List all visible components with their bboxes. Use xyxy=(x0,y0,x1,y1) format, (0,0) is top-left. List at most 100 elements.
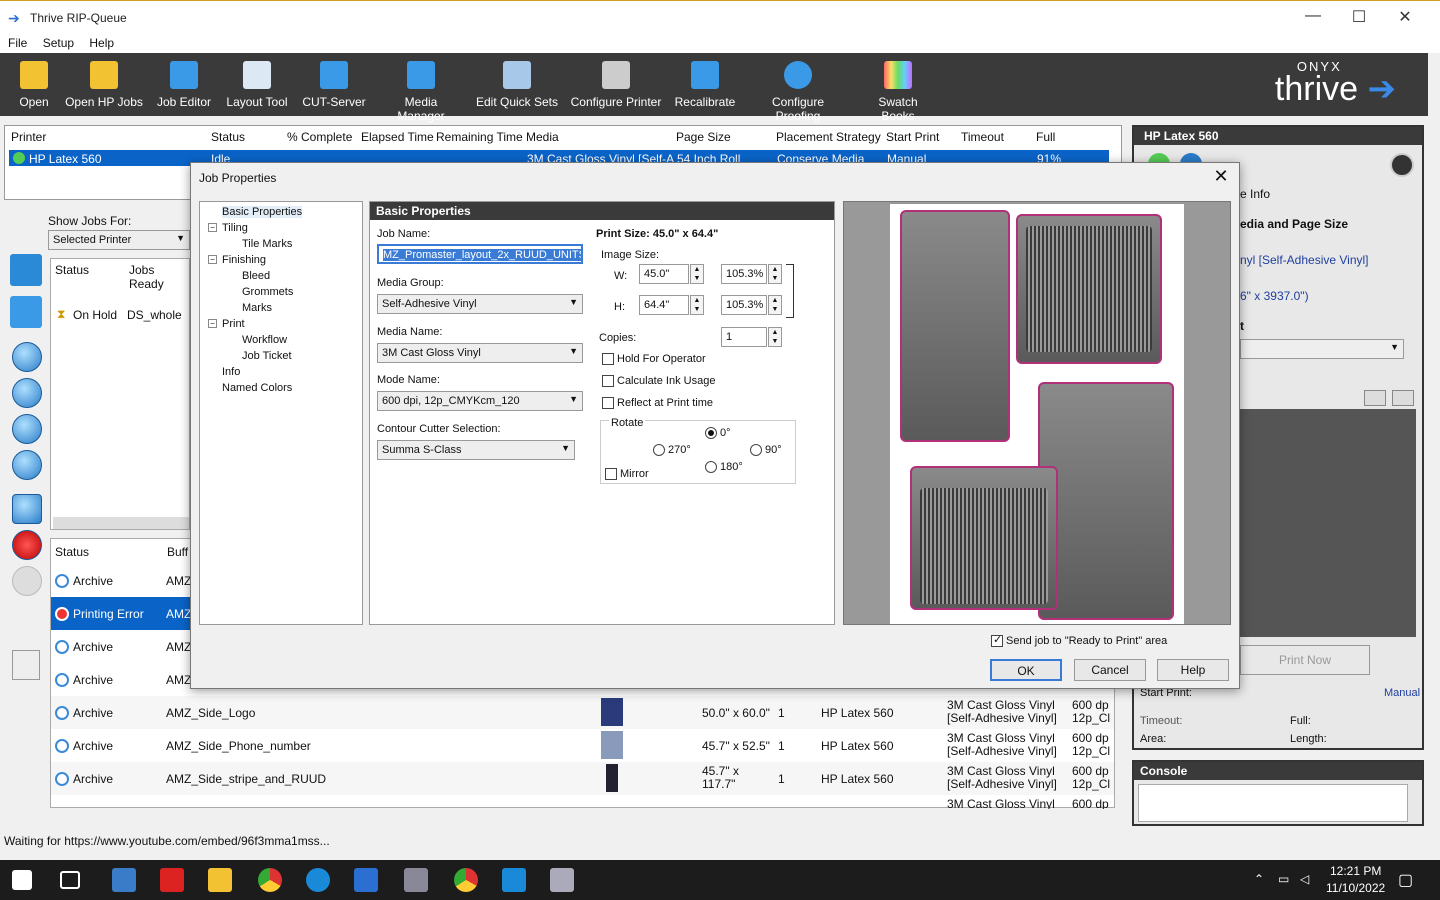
width-input[interactable]: 45.0" xyxy=(639,264,689,284)
rotate-180-radio[interactable] xyxy=(705,461,717,473)
check-job-icon[interactable] xyxy=(10,254,42,286)
job-editor-taskbar-icon[interactable] xyxy=(502,868,526,892)
header-elapsed[interactable]: Elapsed Time xyxy=(361,130,434,144)
show-jobs-for-select[interactable]: Selected Printer ▼ xyxy=(48,230,190,250)
edit-quick-sets-button[interactable]: Edit Quick Sets xyxy=(474,57,560,109)
print-now-button[interactable]: Print Now xyxy=(1240,645,1370,675)
q1-header-status[interactable]: Status xyxy=(55,263,89,277)
clock-time[interactable]: 12:21 PM xyxy=(1330,864,1381,878)
q1-scrollbar[interactable] xyxy=(53,517,189,529)
cancel-button[interactable]: Cancel xyxy=(1074,659,1146,681)
page-size-link[interactable]: 6" x 3937.0") xyxy=(1240,289,1309,303)
tray-chevron-icon[interactable]: ⌃ xyxy=(1254,872,1264,886)
media-group-select[interactable]: Self-Adhesive Vinyl ▼ xyxy=(377,294,583,314)
send-ready-checkbox[interactable]: ✓ xyxy=(991,634,1003,647)
tab-printer-info[interactable]: e Info xyxy=(1240,187,1270,201)
maximize-button[interactable]: ☐ xyxy=(1336,7,1382,27)
media-link[interactable]: nyl [Self-Adhesive Vinyl] xyxy=(1240,253,1369,267)
app-taskbar-icon[interactable] xyxy=(404,868,428,892)
dialog-close-icon[interactable]: ✕ xyxy=(1211,166,1231,187)
delete-icon[interactable] xyxy=(12,530,42,560)
volume-icon[interactable]: ◁ xyxy=(1300,872,1309,886)
q2-header-buffer[interactable]: Buff xyxy=(167,545,188,559)
clock-date[interactable]: 11/10/2022 xyxy=(1326,881,1385,895)
chrome-icon[interactable] xyxy=(258,868,282,892)
move-down-icon[interactable] xyxy=(12,414,42,444)
close-window-button[interactable]: ✕ xyxy=(1382,7,1428,27)
tree-collapse-icon[interactable]: − xyxy=(208,255,217,264)
layout-tool-button[interactable]: Layout Tool xyxy=(224,57,290,109)
table-row[interactable]: Archive AMZ_Side_Phone_number 45.7" x 52.5… xyxy=(51,729,1114,762)
job-name-input[interactable]: MZ_Promaster_layout_2x_RUUD_UNITS xyxy=(377,244,583,264)
edit-pencil-icon[interactable] xyxy=(1390,153,1414,177)
task-view-icon[interactable] xyxy=(60,871,80,889)
edit-job-icon[interactable] xyxy=(10,296,42,328)
file-explorer-icon[interactable] xyxy=(208,868,232,892)
aspect-lock-icon[interactable] xyxy=(786,264,794,318)
edge-icon[interactable] xyxy=(306,868,330,892)
thrive-taskbar-icon[interactable] xyxy=(354,868,378,892)
media-name-select[interactable]: 3M Cast Gloss Vinyl ▼ xyxy=(377,343,583,363)
copies-spinner[interactable]: ▲ ▼ xyxy=(768,327,782,347)
start-print-value[interactable]: Manual xyxy=(1384,687,1420,699)
copies-input[interactable]: 1 xyxy=(721,327,767,347)
q1-header-jobs-ready[interactable]: Jobs Ready xyxy=(129,263,189,291)
open-hp-jobs-button[interactable]: Open HP Jobs xyxy=(64,57,144,109)
pause-icon[interactable] xyxy=(12,566,42,596)
header-start-print[interactable]: Start Print xyxy=(886,130,939,144)
move-up-icon[interactable] xyxy=(12,378,42,408)
rotate-0-radio[interactable] xyxy=(705,427,717,439)
tree-item[interactable]: Basic Properties xyxy=(222,206,303,218)
console-output[interactable] xyxy=(1138,784,1408,822)
contour-cutter-select[interactable]: Summa S-Class ▼ xyxy=(377,440,575,460)
job-editor-button[interactable]: Job Editor xyxy=(154,57,214,109)
rotate-90-radio[interactable] xyxy=(750,444,762,456)
reflect-checkbox[interactable] xyxy=(602,397,614,409)
header-timeout[interactable]: Timeout xyxy=(961,130,1004,144)
job-log-icon[interactable] xyxy=(12,650,40,680)
tree-item[interactable]: Tile Marks xyxy=(242,238,292,250)
tree-item[interactable]: Workflow xyxy=(242,334,287,346)
tree-item[interactable]: Grommets xyxy=(242,286,293,298)
printer-option-select[interactable]: ▼ xyxy=(1240,339,1404,359)
q1-row-name[interactable]: DS_whole xyxy=(127,308,182,322)
width-percent-input[interactable]: 105.3% xyxy=(721,264,767,284)
table-row[interactable]: Printing Error AMZ xyxy=(51,597,191,630)
duplicate-icon[interactable] xyxy=(12,494,42,524)
header-full[interactable]: Full xyxy=(1036,130,1055,144)
recalibrate-button[interactable]: Recalibrate xyxy=(672,57,738,109)
q2-header-status[interactable]: Status xyxy=(55,545,89,559)
tree-item[interactable]: Print xyxy=(222,318,245,330)
height-spinner[interactable]: ▲ ▼ xyxy=(690,295,704,315)
tree-item[interactable]: Tiling xyxy=(222,222,248,234)
swatch-books-button[interactable]: Swatch Books xyxy=(860,57,936,123)
cut-server-button[interactable]: CUT-Server xyxy=(300,57,368,109)
media-manager-button[interactable]: Media Manager xyxy=(380,57,462,123)
menu-help[interactable]: Help xyxy=(89,33,114,53)
menu-setup[interactable]: Setup xyxy=(43,33,74,53)
mode-name-select[interactable]: 600 dpi, 12p_CMYKcm_120 ▼ xyxy=(377,391,583,411)
zoom-icon[interactable] xyxy=(1364,390,1386,406)
table-row[interactable]: Archive AMZ_Side_Logo 50.0" x 60.0" 1 HP Lat… xyxy=(51,696,1114,729)
help-button[interactable]: Help xyxy=(1157,659,1229,681)
menu-file[interactable]: File xyxy=(8,33,27,53)
header-status[interactable]: Status xyxy=(211,130,245,144)
width-spinner[interactable]: ▲ ▼ xyxy=(690,264,704,284)
tree-item[interactable]: Finishing xyxy=(222,254,266,266)
calc-ink-checkbox[interactable] xyxy=(602,375,614,387)
header-page-size[interactable]: Page Size xyxy=(676,130,731,144)
configure-printer-button[interactable]: Configure Printer xyxy=(570,57,662,109)
tree-item[interactable]: Bleed xyxy=(242,270,270,282)
tree-item[interactable]: Info xyxy=(222,366,240,378)
rotate-270-radio[interactable] xyxy=(653,444,665,456)
width-percent-spinner[interactable]: ▲ ▼ xyxy=(768,264,782,284)
header-placement[interactable]: Placement Strategy xyxy=(776,130,881,144)
rotate-icon[interactable] xyxy=(1392,390,1414,406)
network-icon[interactable]: ▭ xyxy=(1278,872,1289,886)
tree-item[interactable]: Job Ticket xyxy=(242,350,292,362)
height-percent-input[interactable]: 105.3% xyxy=(721,295,767,315)
table-row[interactable]: 3M Cast Gloss Vinyl 600 dp xyxy=(51,795,1114,809)
acrobat-icon[interactable] xyxy=(160,868,184,892)
configure-proofing-button[interactable]: Configure Proofing xyxy=(748,57,848,123)
height-percent-spinner[interactable]: ▲ ▼ xyxy=(768,295,782,315)
